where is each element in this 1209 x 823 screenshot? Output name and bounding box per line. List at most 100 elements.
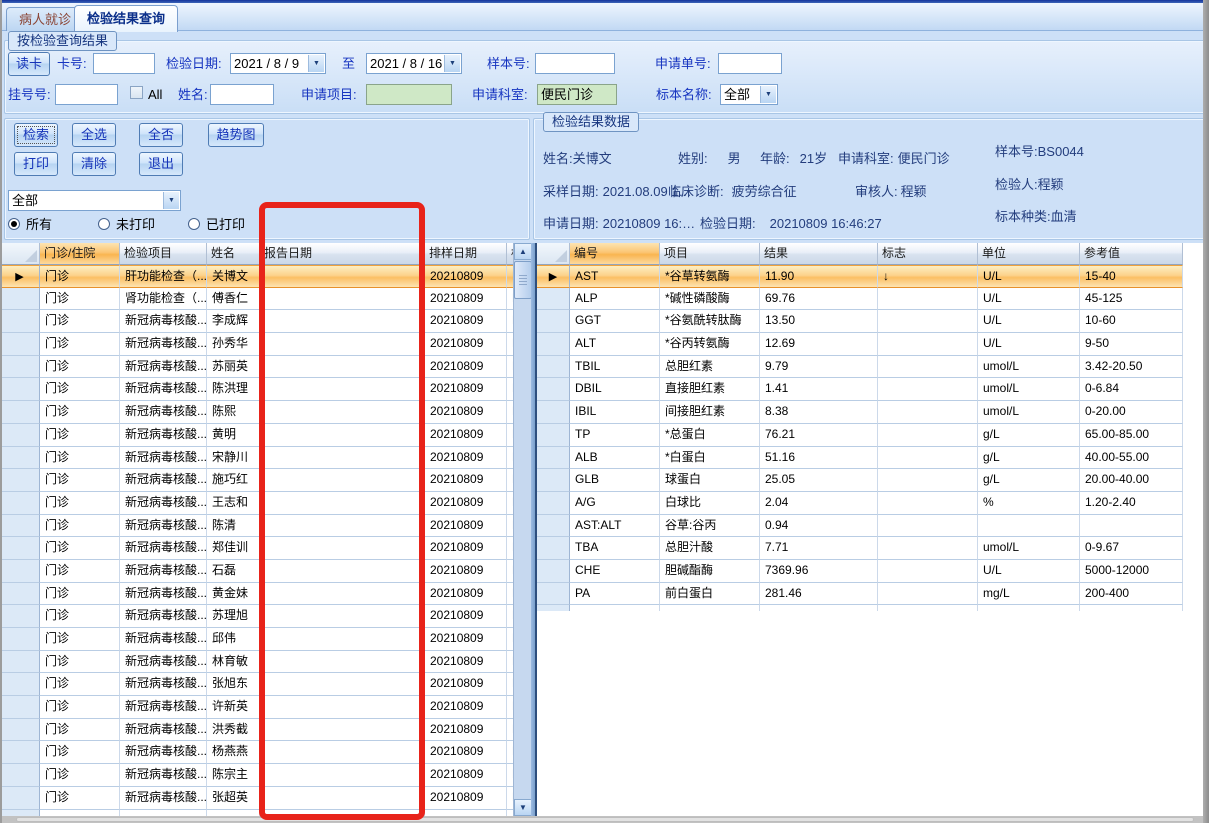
table-row[interactable]: 门诊新冠病毒核酸...石磊20210809RS (0, 559, 531, 583)
table-row[interactable]: 门诊新冠病毒核酸...苏理旭20210809RS (0, 605, 531, 628)
select-all-button[interactable]: 全选 (72, 123, 116, 147)
table-row[interactable]: TBIL 总胆红素 9.79 umol/L 3.42-20.50 (537, 355, 1183, 379)
table-row[interactable]: 门诊新冠病毒核酸...李成辉20210809KO (0, 310, 531, 334)
table-row[interactable]: 门诊新冠病毒核酸...许新英20210809RS (0, 696, 531, 719)
table-row[interactable]: ▶ AST *谷草转氨酶 11.90 ↓ U/L 15-40 (537, 265, 1183, 288)
tab-patient-visit[interactable]: 病人就诊 (6, 7, 85, 31)
read-card-button[interactable]: 读卡 (8, 52, 50, 76)
table-row[interactable]: 门诊新冠病毒核酸...陈熙20210809RS (0, 401, 531, 424)
table-row[interactable]: ALT *谷丙转氨酶 12.69 U/L 9-50 (537, 333, 1183, 356)
table-row[interactable]: 门诊新冠病毒核酸...郑佳训20210809RS (0, 537, 531, 560)
select-all-header[interactable] (537, 243, 570, 265)
sample-no-input[interactable] (535, 53, 615, 74)
table-row[interactable]: 门诊新冠病毒核酸...张旭东20210809RS (0, 673, 531, 697)
scroll-down-icon[interactable]: ▼ (514, 799, 532, 816)
chevron-down-icon[interactable] (444, 55, 460, 72)
table-row[interactable]: ▶门诊肝功能检查（...关博文20210809BS (0, 265, 531, 288)
table-row[interactable] (537, 605, 1183, 611)
table-row[interactable]: A/G 白球比 2.04% 1.20-2.40 (537, 491, 1183, 515)
table-row[interactable]: CHE 胆碱酯酶 7369.96 U/L 5000-12000 (537, 559, 1183, 583)
cell-name: 石磊 (207, 559, 260, 583)
cell-item (660, 605, 760, 611)
request-dept-input[interactable]: 便民门诊 (537, 84, 617, 105)
scroll-up-icon[interactable]: ▲ (514, 243, 532, 260)
trend-chart-button[interactable]: 趋势图 (208, 123, 264, 147)
table-row[interactable]: TP *总蛋白 76.21 g/L 65.00-85.00 (537, 423, 1183, 447)
all-checkbox[interactable] (130, 86, 143, 99)
radio-所有[interactable] (8, 218, 20, 230)
cell-result: 76.21 (760, 423, 878, 447)
tab-result-query[interactable]: 检验结果查询 (74, 5, 179, 32)
radio-已打印[interactable] (188, 218, 200, 230)
column-header[interactable]: 姓名 (207, 243, 260, 265)
table-row[interactable]: 门诊新冠病毒核酸...洪秀截20210809RS (0, 718, 531, 742)
cell-item: 新冠病毒核酸... (120, 628, 207, 651)
radio-未打印[interactable] (98, 218, 110, 230)
table-row[interactable]: 门诊新冠病毒核酸...宋静川20210809RS (0, 446, 531, 470)
cell-type: 门诊 (40, 333, 120, 356)
select-all-header[interactable] (0, 243, 40, 265)
table-row[interactable]: PA 前白蛋白 281.46 mg/L 200-400 (537, 582, 1183, 606)
table-row[interactable]: GGT *谷氨酰转肽酶 13.50 U/L 10-60 (537, 310, 1183, 334)
table-row[interactable]: 门诊肾功能检查（...傅香仁20210809BS (0, 287, 531, 311)
cell-ref: 10-60 (1080, 310, 1183, 334)
table-row[interactable]: 门诊新冠病毒核酸...王志和20210809RS (0, 491, 531, 515)
row-selector (0, 310, 40, 334)
table-row[interactable]: 门诊新冠病毒核酸...孙秀华20210809KO (0, 333, 531, 356)
cell-item: 新冠病毒核酸... (120, 559, 207, 583)
table-row[interactable]: ALP *碱性磷酸酶 69.76 U/L 45-125 (537, 287, 1183, 311)
request-no-input[interactable] (718, 53, 782, 74)
specimen-name-combo[interactable]: 全部 (720, 84, 778, 105)
table-row[interactable]: 门诊新冠病毒核酸...黄明20210809RS (0, 423, 531, 447)
select-none-button[interactable]: 全否 (139, 123, 183, 147)
search-button[interactable]: 检索 (14, 123, 58, 147)
table-row[interactable]: DBIL 直接胆红素 1.41 umol/L 0-6.84 (537, 378, 1183, 402)
table-row[interactable]: 门诊新冠病毒核酸...陈洪理20210809RS (0, 378, 531, 402)
chevron-down-icon[interactable] (760, 86, 776, 103)
column-header[interactable]: 报告日期 (260, 243, 425, 265)
table-row[interactable]: 门诊新冠病毒核酸...苏丽英20210809RS (0, 355, 531, 379)
name-input[interactable] (210, 84, 274, 105)
cell-sort_date: 20210809 (425, 446, 507, 470)
filter-combo[interactable]: 全部 (8, 190, 181, 211)
request-item-input[interactable] (366, 84, 452, 105)
vertical-scrollbar[interactable]: ▲ ▼ (513, 243, 532, 816)
cell-flag (878, 582, 978, 606)
card-no-input[interactable] (93, 53, 155, 74)
scrollbar-thumb[interactable] (514, 261, 532, 299)
column-header[interactable]: 标志 (878, 243, 978, 265)
column-header[interactable]: 检验项目 (120, 243, 207, 265)
table-row[interactable]: 门诊新冠病毒核酸...陈宗主20210809RS (0, 764, 531, 787)
reg-no-input[interactable] (55, 84, 118, 105)
table-row[interactable]: TBA 总胆汁酸 7.71 umol/L 0-9.67 (537, 537, 1183, 560)
table-row[interactable]: 门诊新冠病毒核酸...张超英20210809RS (0, 786, 531, 810)
horizontal-scrollbar-thumb[interactable] (16, 817, 1194, 822)
row-selector (0, 741, 40, 765)
table-row[interactable]: IBIL 间接胆红素 8.38 umol/L 0-20.00 (537, 401, 1183, 424)
column-header[interactable]: 项目 (660, 243, 760, 265)
print-button[interactable]: 打印 (14, 152, 58, 176)
table-row[interactable]: 门诊新冠病毒核酸...黄金妹20210809RS (0, 582, 531, 606)
table-row[interactable]: 门诊新冠病毒核酸...邱伟20210809RS (0, 628, 531, 651)
column-header[interactable]: 参考值 (1080, 243, 1183, 265)
column-header[interactable]: 排样日期 (425, 243, 507, 265)
date-from-combo[interactable]: 2021 / 8 / 9 (230, 53, 326, 74)
table-row[interactable]: ALB *白蛋白 51.16 g/L 40.00-55.00 (537, 446, 1183, 470)
clear-button[interactable]: 清除 (72, 152, 116, 176)
cell-type: 门诊 (40, 605, 120, 628)
column-header[interactable]: 门诊/住院 (40, 243, 120, 265)
exit-button[interactable]: 退出 (139, 152, 183, 176)
table-row[interactable]: AST:ALT 谷草:谷丙 0.94 (537, 514, 1183, 538)
chevron-down-icon[interactable] (308, 55, 324, 72)
table-row[interactable]: 门诊新冠病毒核酸...施巧红20210809RS (0, 469, 531, 492)
date-to-combo[interactable]: 2021 / 8 / 16 (366, 53, 462, 74)
table-row[interactable]: GLB 球蛋白 25.05 g/L 20.00-40.00 (537, 469, 1183, 492)
table-row[interactable]: 门诊新冠病毒核酸...林育敏20210809RS (0, 650, 531, 674)
row-selector (537, 446, 570, 470)
column-header[interactable]: 结果 (760, 243, 878, 265)
chevron-down-icon[interactable] (163, 192, 179, 209)
table-row[interactable]: 门诊新冠病毒核酸...陈清20210809RS (0, 514, 531, 538)
column-header[interactable]: 单位 (978, 243, 1080, 265)
table-row[interactable]: 门诊新冠病毒核酸...杨燕燕20210809RS (0, 741, 531, 765)
column-header[interactable]: 编号 (570, 243, 660, 265)
